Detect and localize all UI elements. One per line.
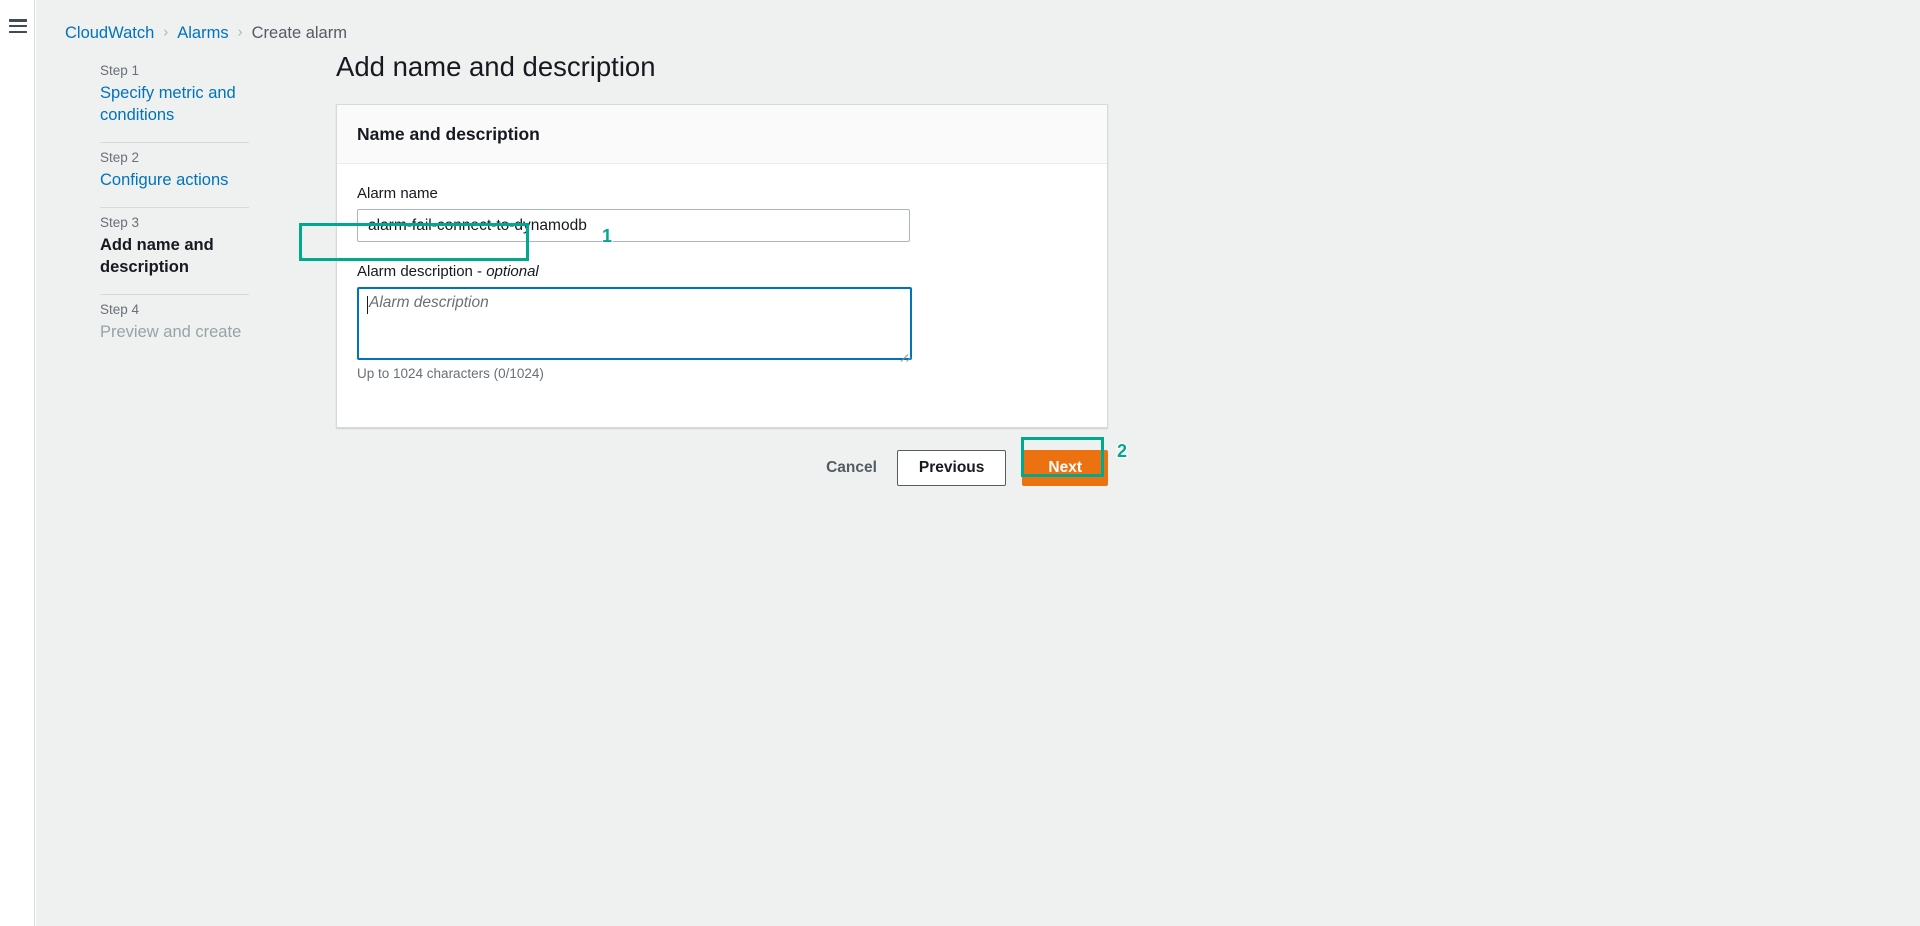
- wizard-step-3-title: Add name and description: [100, 236, 214, 276]
- wizard-step-navigation: Step 1 Specify metric and conditions Ste…: [64, 56, 249, 343]
- wizard-step-4-number: Step 4: [100, 302, 140, 317]
- main-content: Add name and description Name and descri…: [291, 50, 1108, 486]
- wizard-actions: Cancel Previous Next: [336, 450, 1108, 486]
- alarm-name-row: [357, 209, 1087, 242]
- hamburger-bar: [9, 30, 27, 33]
- breadcrumb-item-cloudwatch[interactable]: CloudWatch: [65, 23, 154, 43]
- panel-header-title: Name and description: [357, 124, 540, 144]
- breadcrumb-item-alarms[interactable]: Alarms: [177, 23, 228, 43]
- breadcrumb-separator-icon: ›: [163, 23, 169, 41]
- hamburger-bar: [9, 19, 27, 22]
- previous-button[interactable]: Previous: [896, 450, 1007, 486]
- alarm-description-character-hint: Up to 1024 characters (0/1024): [357, 366, 544, 381]
- wizard-step-1-number: Step 1: [100, 63, 140, 78]
- wizard-step-3-number: Step 3: [100, 215, 140, 230]
- alarm-description-label-text: Alarm description -: [357, 263, 487, 280]
- annotation-number-2: 2: [1116, 440, 1129, 463]
- alarm-name-label: Alarm name: [357, 185, 438, 202]
- text-cursor: [367, 296, 368, 314]
- next-button[interactable]: Next: [1022, 450, 1108, 486]
- alarm-name-field-group: Alarm name: [357, 184, 1087, 242]
- app-root: CloudWatch › Alarms › Create alarm Step …: [0, 0, 1920, 926]
- wizard-step-2-title[interactable]: Configure actions: [100, 169, 249, 191]
- name-and-description-panel: Name and description Alarm name Alarm de…: [336, 104, 1108, 428]
- cancel-button[interactable]: Cancel: [822, 452, 881, 484]
- hamburger-bar: [9, 24, 27, 28]
- breadcrumb: CloudWatch › Alarms › Create alarm: [65, 23, 347, 43]
- left-nav-rail: [0, 0, 35, 926]
- panel-body: Alarm name Alarm description - optional: [337, 164, 1107, 427]
- wizard-step-2[interactable]: Step 2 Configure actions: [64, 143, 249, 191]
- breadcrumb-item-create-alarm: Create alarm: [251, 24, 347, 42]
- alarm-description-wrap: [357, 287, 912, 362]
- panel-header: Name and description: [337, 105, 1107, 164]
- wizard-step-3: Step 3 Add name and description: [64, 208, 249, 278]
- alarm-name-input[interactable]: [357, 209, 910, 242]
- alarm-description-textarea[interactable]: [357, 287, 912, 360]
- breadcrumb-separator-icon: ›: [237, 23, 243, 41]
- alarm-description-field-group: Alarm description - optional Up to 1024 …: [357, 262, 1087, 383]
- wizard-step-1-title[interactable]: Specify metric and conditions: [100, 82, 249, 126]
- wizard-step-1[interactable]: Step 1 Specify metric and conditions: [64, 56, 249, 126]
- page-title: Add name and description: [336, 51, 656, 82]
- wizard-step-2-number: Step 2: [100, 150, 140, 165]
- wizard-step-4: Step 4 Preview and create: [64, 295, 249, 343]
- page-canvas: CloudWatch › Alarms › Create alarm Step …: [36, 0, 1920, 926]
- wizard-step-4-title: Preview and create: [100, 323, 242, 341]
- alarm-description-label-optional: optional: [486, 263, 539, 280]
- hamburger-menu-icon[interactable]: [9, 19, 27, 33]
- alarm-description-label: Alarm description - optional: [357, 262, 1087, 282]
